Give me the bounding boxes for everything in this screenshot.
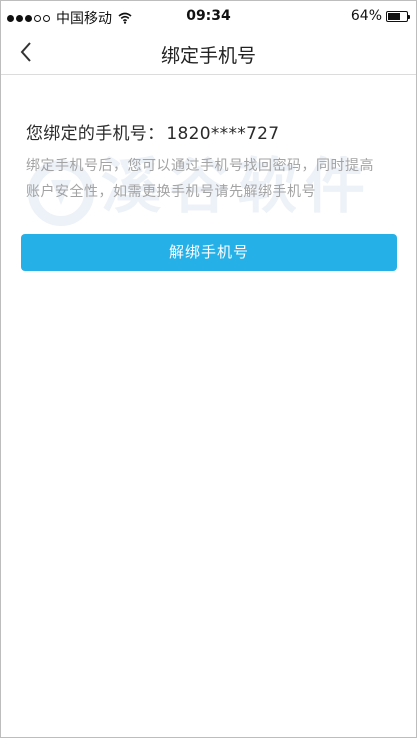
battery-icon	[386, 10, 410, 22]
phone-screen: 中国移动 09:34 64% 绑定手机号 溪谷软件 您绑定的手机号： 1820*…	[0, 0, 417, 738]
battery-fill	[388, 12, 400, 20]
navigation-bar: 绑定手机号	[1, 31, 416, 75]
binding-description: 绑定手机号后，您可以通过手机号找回密码，同时提高账户安全性，如需更换手机号请先解…	[26, 158, 374, 200]
bound-phone-line: 您绑定的手机号： 1820****727	[26, 119, 279, 144]
page-title: 绑定手机号	[160, 45, 256, 67]
status-right: 64%	[350, 8, 410, 24]
status-bar: 中国移动 09:34 64%	[1, 1, 416, 31]
bound-phone-label: 您绑定的手机号：	[26, 124, 165, 144]
unbind-phone-button[interactable]: 解绑手机号	[21, 234, 397, 271]
battery-percent: 64%	[350, 8, 382, 24]
bound-phone-number: 1820****727	[166, 124, 280, 144]
main-content: 溪谷软件 您绑定的手机号： 1820****727 绑定手机号后，您可以通过手机号…	[1, 75, 416, 737]
